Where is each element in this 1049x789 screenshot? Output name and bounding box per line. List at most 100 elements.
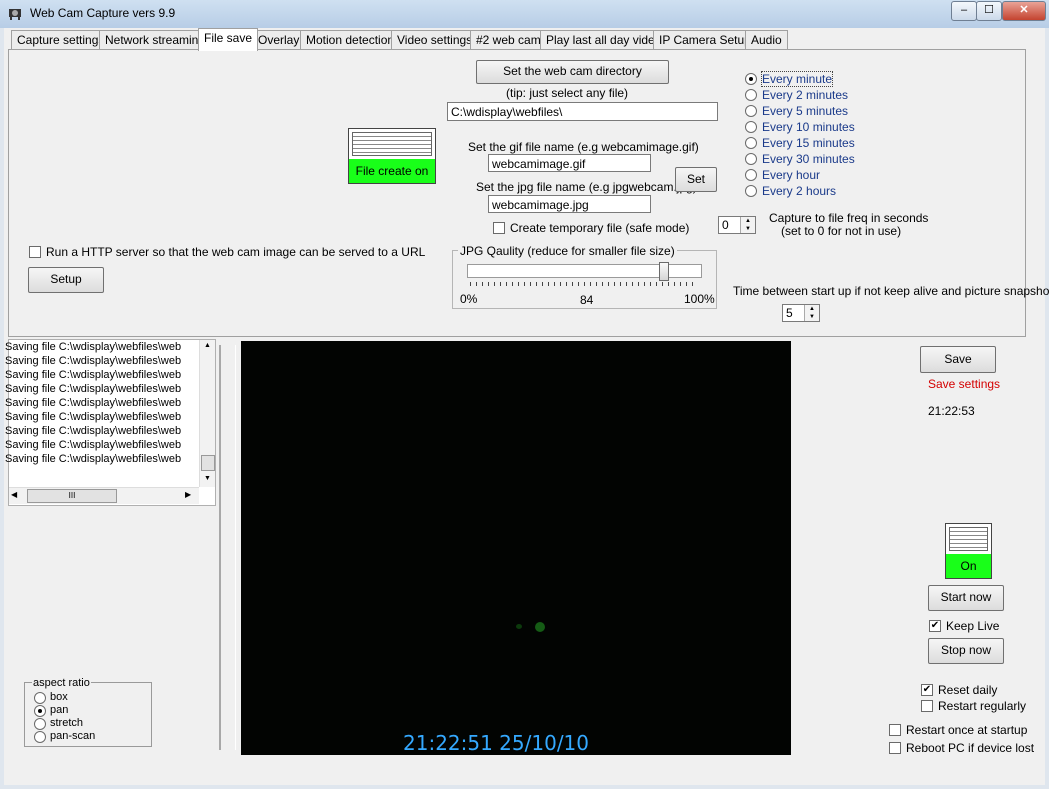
http-server-label: Run a HTTP server so that the web cam im… xyxy=(46,245,426,259)
green-speck xyxy=(535,622,545,632)
freq-label-every-2-minutes: Every 2 minutes xyxy=(762,88,849,102)
capture-toggle-label: On xyxy=(946,554,991,578)
file-create-label: File create on xyxy=(349,159,435,183)
tab-play-last-all-day-video[interactable]: Play last all day video xyxy=(540,30,668,50)
save-button[interactable]: Save xyxy=(920,346,996,373)
directory-field[interactable]: C:\wdisplay\webfiles\ xyxy=(447,102,718,121)
jpg-quality-min: 0% xyxy=(460,292,478,306)
startup-interval-label: Time between start up if not keep alive … xyxy=(733,284,1049,298)
log-vertical-scrollbar[interactable]: ▲ ▼ xyxy=(199,340,215,487)
scroll-left-icon[interactable]: ◀ xyxy=(11,490,17,499)
scroll-thumb[interactable]: III xyxy=(27,489,117,503)
reset-daily-checkbox[interactable]: ✔ xyxy=(921,684,933,696)
scroll-thumb[interactable] xyxy=(201,455,215,471)
stop-now-button[interactable]: Stop now xyxy=(928,638,1004,664)
scroll-down-icon[interactable]: ▼ xyxy=(204,475,211,482)
jpg-quality-slider[interactable] xyxy=(659,262,669,281)
freq-label-every-5-minutes: Every 5 minutes xyxy=(762,104,849,118)
aspect-radio-stretch[interactable] xyxy=(34,718,46,730)
webcam-preview[interactable] xyxy=(241,341,791,755)
save-settings-label: Save settings xyxy=(928,377,1001,391)
gif-name-label: Set the gif file name (e.g webcamimage.g… xyxy=(468,140,699,154)
freq-label-every-hour: Every hour xyxy=(762,168,821,182)
aspect-radio-box[interactable] xyxy=(34,692,46,704)
aspect-radio-pan-scan[interactable] xyxy=(34,731,46,743)
log-line: Saving file C:\wdisplay\webfiles\web xyxy=(5,439,182,451)
aspect-radio-pan[interactable] xyxy=(34,705,46,717)
tab-audio[interactable]: Audio xyxy=(745,30,788,50)
freq-radio-every-10-minutes[interactable] xyxy=(745,121,757,133)
directory-tip: (tip: just select any file) xyxy=(506,86,629,100)
log-line: Saving file C:\wdisplay\webfiles\web xyxy=(5,453,182,465)
gif-name-field[interactable]: webcamimage.gif xyxy=(488,154,651,172)
log-line: Saving file C:\wdisplay\webfiles\web xyxy=(5,411,182,423)
clock: 21:22:53 xyxy=(928,404,975,418)
green-speck xyxy=(516,624,522,629)
tab-ip-camera-setup[interactable]: IP Camera Setup xyxy=(653,30,757,50)
file-create-toggle[interactable]: File create on xyxy=(348,128,436,184)
freq-label-every-10-minutes: Every 10 minutes xyxy=(762,120,855,134)
restart-regularly-checkbox[interactable] xyxy=(921,700,933,712)
tab-file-save[interactable]: File save xyxy=(198,28,259,51)
freq-radio-every-30-minutes[interactable] xyxy=(745,153,757,165)
jpg-name-field[interactable]: webcamimage.jpg xyxy=(488,195,651,213)
tab-video-settings[interactable]: Video settings xyxy=(391,30,479,50)
reboot-pc-label: Reboot PC if device lost xyxy=(906,741,1035,755)
freq-radio-every-15-minutes[interactable] xyxy=(745,137,757,149)
splitter[interactable] xyxy=(219,345,236,750)
capture-freq-label: Capture to file freq in seconds xyxy=(769,211,929,225)
tab-2-web-cam[interactable]: #2 web cam xyxy=(470,30,547,50)
temp-file-checkbox[interactable] xyxy=(493,222,505,234)
aspect-ratio-legend: aspect ratio xyxy=(32,677,91,689)
freq-radio-every-5-minutes[interactable] xyxy=(745,105,757,117)
scroll-right-icon[interactable]: ▶ xyxy=(185,490,191,499)
tab-capture-settings[interactable]: Capture settings xyxy=(11,30,111,50)
video-timestamp: 21:22:51 25/10/10 xyxy=(403,731,590,755)
tab-overlay[interactable]: Overlay xyxy=(252,30,306,50)
tab-network-streaming[interactable]: Network streaming xyxy=(99,30,212,50)
aspect-label-pan-scan: pan-scan xyxy=(50,730,96,742)
jpg-quality-legend: JPG Qaulity (reduce for smaller file siz… xyxy=(458,244,677,258)
aspect-label-box: box xyxy=(50,691,68,703)
spinner-arrows-icon[interactable]: ▲ ▼ xyxy=(740,217,755,233)
restart-regularly-label: Restart regularly xyxy=(938,699,1027,713)
capture-toggle[interactable]: On xyxy=(945,523,992,579)
freq-radio-every-2-minutes[interactable] xyxy=(745,89,757,101)
startup-interval-spinner[interactable]: 5 ▲ ▼ xyxy=(782,304,820,322)
scroll-up-icon[interactable]: ▲ xyxy=(204,342,211,349)
toggle-switch-icon xyxy=(949,527,988,551)
capture-freq-note: (set to 0 for not in use) xyxy=(781,224,902,238)
log-line: Saving file C:\wdisplay\webfiles\web xyxy=(5,341,182,353)
log-line: Saving file C:\wdisplay\webfiles\web xyxy=(5,355,182,367)
startup-interval-value: 5 xyxy=(786,306,793,320)
reset-daily-label: Reset daily xyxy=(938,683,998,697)
keep-live-checkbox[interactable]: ✔ xyxy=(929,620,941,632)
reboot-pc-checkbox[interactable] xyxy=(889,742,901,754)
log-line: Saving file C:\wdisplay\webfiles\web xyxy=(5,425,182,437)
aspect-label-stretch: stretch xyxy=(50,717,84,729)
close-button[interactable]: ✕ xyxy=(1002,1,1046,21)
freq-label-every-2-hours: Every 2 hours xyxy=(762,184,837,198)
start-now-button[interactable]: Start now xyxy=(928,585,1004,611)
freq-radio-every-2-hours[interactable] xyxy=(745,185,757,197)
maximize-button[interactable]: ☐ xyxy=(976,1,1002,21)
log-line: Saving file C:\wdisplay\webfiles\web xyxy=(5,369,182,381)
capture-freq-value: 0 xyxy=(722,218,729,232)
tab-motion-detection[interactable]: Motion detection xyxy=(300,30,401,50)
http-server-checkbox[interactable] xyxy=(29,246,41,258)
setup-button[interactable]: Setup xyxy=(28,267,104,293)
minimize-button[interactable]: – xyxy=(951,1,977,21)
log-horizontal-scrollbar[interactable]: ◀ III ▶ xyxy=(9,487,199,504)
freq-label-every-30-minutes: Every 30 minutes xyxy=(762,152,855,166)
restart-once-label: Restart once at startup xyxy=(906,723,1028,737)
freq-label-every-15-minutes: Every 15 minutes xyxy=(762,136,855,150)
freq-radio-every-minute[interactable] xyxy=(745,73,757,85)
title-bar[interactable]: Web Cam Capture vers 9.9 – ☐ ✕ xyxy=(0,0,1049,28)
capture-freq-spinner[interactable]: 0 ▲ ▼ xyxy=(718,216,756,234)
freq-radio-every-hour[interactable] xyxy=(745,169,757,181)
aspect-label-pan: pan xyxy=(50,704,69,716)
restart-once-checkbox[interactable] xyxy=(889,724,901,736)
set-directory-button[interactable]: Set the web cam directory xyxy=(476,60,669,84)
spinner-arrows-icon[interactable]: ▲ ▼ xyxy=(804,305,819,321)
set-button[interactable]: Set xyxy=(675,167,717,192)
